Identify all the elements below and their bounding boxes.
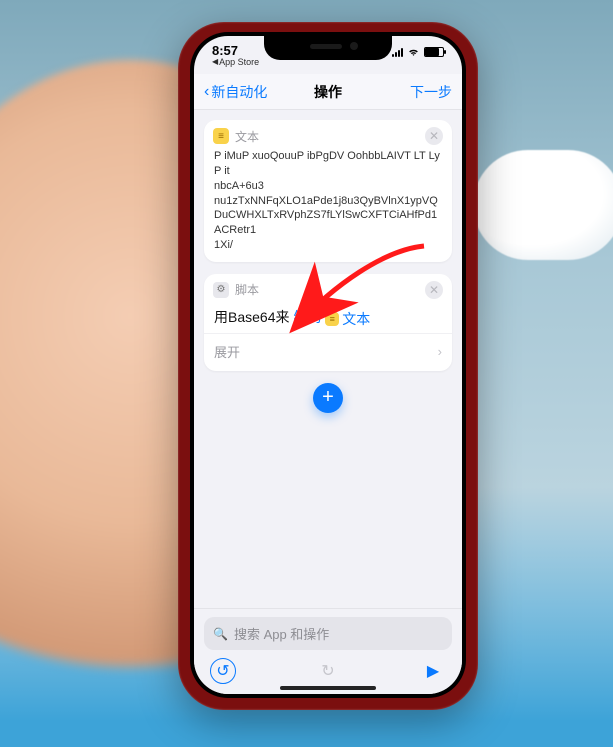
battery-icon	[424, 47, 444, 57]
delete-action-button[interactable]: ✕	[425, 127, 443, 145]
nav-back-button[interactable]: ‹ 新自动化	[204, 82, 267, 102]
back-to-app-chevron-icon: ◀	[212, 58, 218, 66]
chevron-left-icon: ‹	[204, 84, 209, 100]
wifi-icon	[407, 47, 420, 57]
action-card-header: ⚙ 脚本 ✕	[204, 274, 452, 303]
action-card-label: 脚本	[235, 281, 259, 298]
search-field[interactable]: 🔍 搜索 App 和操作	[204, 617, 452, 650]
text-line: DuCWHXLTxRVphZS7fLYlSwCXFTCiAHfPd1	[214, 208, 442, 223]
nav-next-button[interactable]: 下一步	[410, 82, 452, 102]
phone-frame: 8:57 ◀ App Store ‹	[178, 22, 478, 710]
encode-mode-token[interactable]: 编码	[293, 309, 321, 325]
chevron-right-icon: ›	[438, 344, 442, 359]
text-line: nbcA+6u3	[214, 179, 442, 194]
expr-prefix: 用Base64来	[214, 309, 289, 325]
expand-label: 展开	[214, 342, 240, 361]
close-icon: ✕	[429, 129, 439, 143]
nav-next-label: 下一步	[410, 82, 452, 102]
back-to-app[interactable]: ◀ App Store	[212, 58, 259, 67]
nav-back-label: 新自动化	[211, 82, 267, 102]
gear-icon: ⚙	[213, 282, 229, 298]
close-icon: ✕	[429, 283, 439, 297]
text-line: 1Xi/	[214, 238, 442, 253]
run-button[interactable]: ▶	[420, 658, 446, 684]
text-line: nu1zTxNNFqXLO1aPde1j8u3QyBVlnX1ypVQ	[214, 194, 442, 209]
expand-row[interactable]: 展开 ›	[204, 333, 452, 371]
back-to-app-label: App Store	[219, 58, 259, 67]
action-card-header: ≡ 文本 ✕	[204, 120, 452, 149]
toolbar: ↺ ↻ ▶	[204, 650, 452, 686]
text-icon: ≡	[213, 128, 229, 144]
base64-expression: 用Base64来 编码 ≡ 文本	[204, 303, 452, 333]
notch	[264, 36, 392, 60]
input-variable-chip[interactable]: ≡ 文本	[325, 309, 370, 329]
search-icon: 🔍	[213, 627, 228, 641]
action-card-text[interactable]: ≡ 文本 ✕ P iMuP xuoQouuP ibPgDV OohbbLAIVT…	[204, 120, 452, 262]
action-card-label: 文本	[235, 128, 259, 145]
text-line: ACRetr1	[214, 223, 442, 238]
status-right	[392, 47, 444, 57]
redo-icon: ↻	[321, 661, 334, 681]
home-indicator[interactable]	[280, 686, 376, 690]
delete-action-button[interactable]: ✕	[425, 281, 443, 299]
bottom-panel: 🔍 搜索 App 和操作 ↺ ↻ ▶	[194, 608, 462, 694]
background-object	[473, 150, 613, 260]
add-action-button[interactable]: +	[313, 383, 343, 413]
play-icon: ▶	[427, 661, 439, 681]
undo-button[interactable]: ↺	[210, 658, 236, 684]
nav-bar: ‹ 新自动化 操作 下一步	[194, 74, 462, 110]
cellular-icon	[392, 48, 403, 57]
text-icon: ≡	[325, 312, 339, 326]
phone-screen: 8:57 ◀ App Store ‹	[194, 36, 462, 694]
undo-icon: ↺	[216, 661, 229, 681]
phone-bezel: 8:57 ◀ App Store ‹	[190, 32, 466, 698]
text-line: P iMuP xuoQouuP ibPgDV OohbbLAIVT LT Ly …	[214, 149, 442, 179]
status-clock: 8:57	[212, 44, 259, 58]
text-content[interactable]: P iMuP xuoQouuP ibPgDV OohbbLAIVT LT Ly …	[204, 149, 452, 262]
action-card-script[interactable]: ⚙ 脚本 ✕ 用Base64来 编码 ≡ 文本	[204, 274, 452, 371]
status-left: 8:57 ◀ App Store	[212, 44, 259, 67]
search-placeholder: 搜索 App 和操作	[234, 624, 329, 643]
redo-button[interactable]: ↻	[315, 658, 341, 684]
content-area: ≡ 文本 ✕ P iMuP xuoQouuP ibPgDV OohbbLAIVT…	[194, 110, 462, 638]
plus-icon: +	[322, 386, 334, 409]
input-variable-label: 文本	[342, 309, 370, 329]
